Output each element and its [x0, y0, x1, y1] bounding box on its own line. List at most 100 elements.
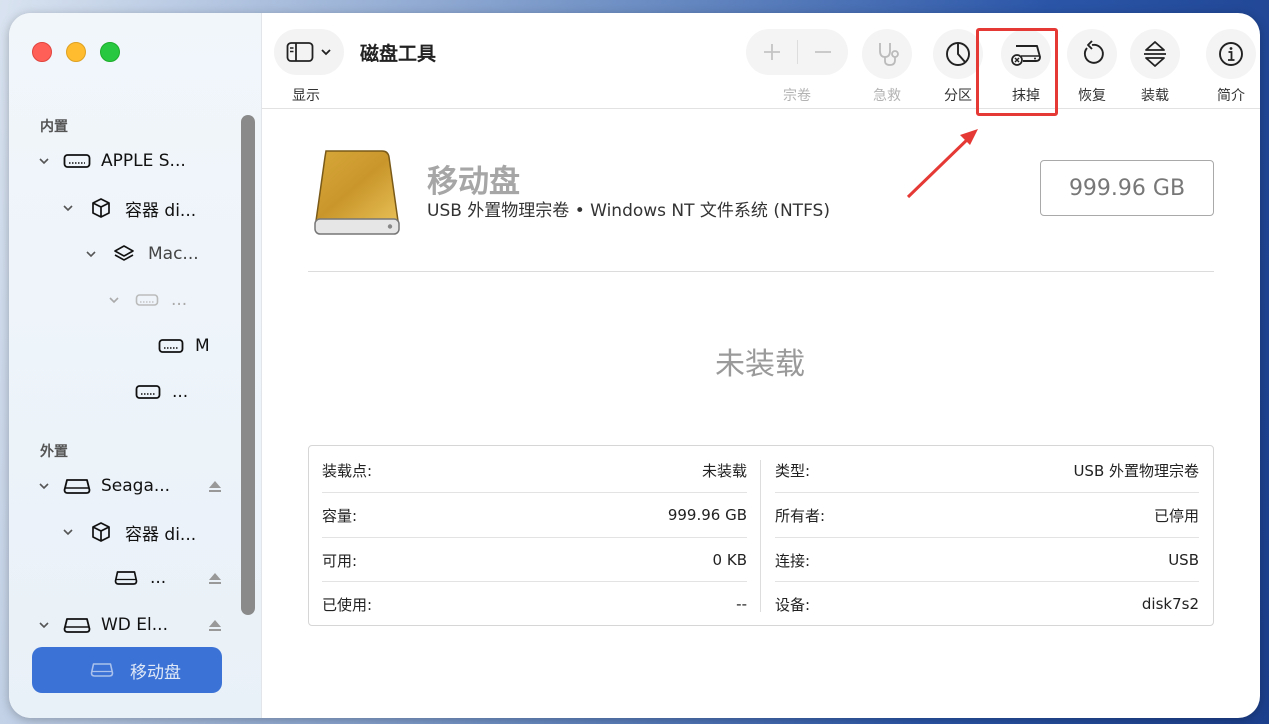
info-key: 装载点:	[322, 461, 373, 480]
chevron-down-icon[interactable]	[37, 154, 51, 168]
sidebar-item-dim-volume[interactable]: ...	[107, 285, 187, 315]
chevron-down-icon[interactable]	[61, 525, 75, 539]
external-drive-icon	[63, 614, 91, 636]
info-value: 999.96 GB	[667, 506, 747, 524]
external-drive-large-icon	[314, 150, 400, 235]
sidebar-item-label: 容器 di...	[125, 200, 197, 221]
eject-icon[interactable]	[208, 571, 222, 585]
view-menu-button[interactable]	[274, 29, 344, 75]
sidebar-item-snapshot-m[interactable]: M	[157, 331, 210, 361]
sidebar-item-label: ...	[172, 382, 189, 402]
internal-drive-icon	[63, 150, 91, 172]
view-label: 显示	[292, 88, 320, 104]
volume-label: 宗卷	[783, 88, 811, 104]
sidebar-item-mobile-disk-selected[interactable]: 移动盘	[32, 647, 222, 693]
disk-subtitle: USB 外置物理宗卷 • Windows NT 文件系统 (NTFS)	[427, 201, 830, 221]
info-row-capacity: 容量: 999.96 GB	[322, 493, 747, 537]
close-window-button[interactable]	[32, 42, 52, 62]
info-row-type: 类型: USB 外置物理宗卷	[775, 448, 1199, 492]
info-row-available: 可用: 0 KB	[322, 538, 747, 582]
sidebar-item-label: Mac...	[148, 244, 199, 264]
disk-utility-window: 内置 APPLE S... 容器 di... Mac... ... M ... …	[9, 13, 1260, 718]
external-drive-icon	[63, 475, 91, 497]
section-external-label: 外置	[40, 444, 68, 460]
sidebar-item-mac-volume[interactable]: Mac...	[84, 239, 199, 269]
info-value: disk7s2	[1141, 595, 1199, 613]
mount-status-text: 未装载	[715, 347, 805, 382]
first-aid-button[interactable]	[862, 29, 912, 79]
info-key: 可用:	[322, 551, 358, 570]
minus-icon	[814, 51, 831, 53]
info-key: 已使用:	[322, 595, 373, 614]
eject-icon[interactable]	[208, 479, 222, 493]
mount-label: 装载	[1141, 88, 1169, 104]
chevron-down-icon[interactable]	[37, 618, 51, 632]
sidebar: 内置 APPLE S... 容器 di... Mac... ... M ... …	[9, 13, 262, 718]
external-drive-icon	[88, 659, 116, 681]
disk-name: 移动盘	[427, 164, 520, 200]
sidebar-item-label: Seaga...	[101, 476, 171, 496]
info-label: 简介	[1217, 88, 1245, 104]
stethoscope-icon	[879, 43, 899, 66]
restore-arrow-icon	[1083, 40, 1104, 64]
plus-icon	[763, 44, 780, 60]
external-drive-icon	[112, 567, 140, 589]
mount-icon	[1144, 41, 1166, 67]
sidebar-item-container-1[interactable]: 容器 di...	[61, 193, 196, 223]
info-key: 所有者:	[775, 506, 826, 525]
container-box-icon	[87, 521, 115, 543]
sidebar-item-data-volume[interactable]: ...	[134, 377, 188, 407]
sidebar-item-label: 容器 di...	[125, 524, 197, 545]
drive-dim-icon	[133, 289, 161, 311]
restore-button[interactable]	[1067, 29, 1117, 79]
chevron-down-icon[interactable]	[37, 479, 51, 493]
info-row-owners: 所有者: 已停用	[775, 493, 1199, 537]
sidebar-item-label: ...	[150, 568, 167, 588]
minimize-window-button[interactable]	[66, 42, 86, 62]
table-divider	[760, 460, 761, 612]
app-title: 磁盘工具	[360, 43, 437, 65]
container-box-icon	[87, 197, 115, 219]
eject-icon[interactable]	[208, 618, 222, 632]
sidebar-item-label: WD El...	[101, 615, 168, 635]
info-key: 容量:	[322, 506, 358, 525]
add-volume-button[interactable]	[747, 42, 797, 62]
pie-partition-icon	[946, 42, 970, 66]
sidebar-item-label: APPLE S...	[101, 151, 186, 171]
chevron-down-icon[interactable]	[107, 293, 121, 307]
internal-drive-icon	[134, 381, 162, 403]
info-value: USB	[1168, 551, 1199, 569]
info-value: --	[736, 595, 747, 613]
info-key: 类型:	[775, 461, 811, 480]
volume-add-remove-group	[746, 29, 848, 75]
sidebar-item-wd-elements[interactable]: WD El...	[37, 610, 237, 640]
info-value: 未装载	[701, 461, 747, 480]
divider	[308, 271, 1214, 272]
mount-button[interactable]	[1130, 29, 1180, 79]
sidebar-item-seagate[interactable]: Seaga...	[37, 471, 237, 501]
chevron-down-icon[interactable]	[84, 247, 98, 261]
info-row-device: 设备: disk7s2	[775, 582, 1199, 626]
volume-stack-icon	[110, 243, 138, 265]
info-key: 设备:	[775, 595, 811, 614]
section-internal-label: 内置	[40, 119, 68, 135]
info-value: 已停用	[1153, 506, 1199, 525]
remove-volume-button[interactable]	[798, 42, 848, 62]
info-row-used: 已使用: --	[322, 582, 747, 626]
zoom-window-button[interactable]	[100, 42, 120, 62]
sidebar-toggle-icon	[286, 42, 314, 62]
info-value: 0 KB	[712, 551, 747, 569]
info-row-connection: 连接: USB	[775, 538, 1199, 582]
sidebar-item-apple-ssd[interactable]: APPLE S...	[37, 146, 186, 176]
info-button[interactable]	[1206, 29, 1256, 79]
chevron-down-icon[interactable]	[61, 201, 75, 215]
info-key: 连接:	[775, 551, 811, 570]
internal-drive-icon	[157, 335, 185, 357]
sidebar-item-external-volume[interactable]: ...	[112, 563, 237, 593]
sidebar-scrollbar[interactable]	[241, 115, 255, 615]
info-row-mount-point: 装载点: 未装载	[322, 448, 747, 492]
chevron-down-icon	[321, 49, 331, 56]
disk-info-table: 装载点: 未装载 容量: 999.96 GB 可用: 0 KB 已使用: -- …	[308, 445, 1214, 626]
sidebar-item-label: ...	[171, 290, 188, 310]
sidebar-item-container-2[interactable]: 容器 di...	[61, 517, 196, 547]
